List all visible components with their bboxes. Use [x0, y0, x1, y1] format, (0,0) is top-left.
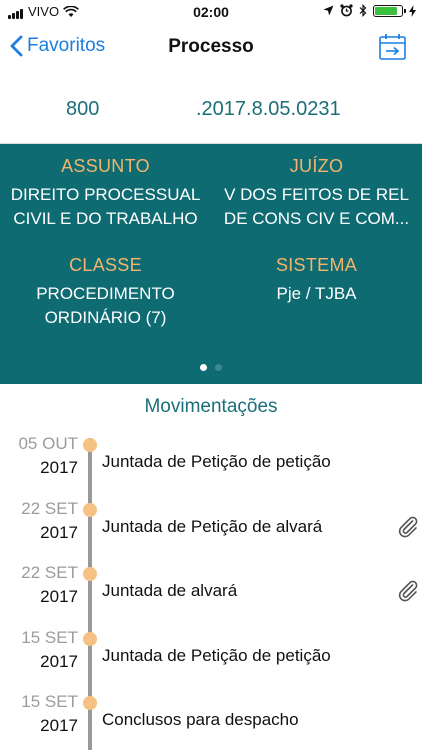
process-number-part2: .2017.8.05.0231 [196, 98, 341, 120]
movements-title: Movimentações [144, 396, 278, 417]
timeline-node [83, 438, 97, 452]
movement-year: 2017 [40, 522, 78, 542]
classe-label: CLASSE [69, 255, 142, 275]
assunto-value: DIREITO PROCESSUAL CIVIL E DO TRABALHO [10, 185, 201, 228]
battery-level [375, 6, 397, 15]
movement-day: 22 SET [21, 498, 78, 518]
timeline-node [83, 502, 97, 517]
movement-description: Juntada de Petição de alvará [102, 516, 323, 536]
movement-row[interactable]: 15 SET 2017 Juntada de Petição de petição [0, 628, 422, 692]
assunto-cell: ASSUNTO DIREITO PROCESSUAL CIVIL E DO TR… [0, 156, 211, 231]
process-info-panel[interactable]: ASSUNTO DIREITO PROCESSUAL CIVIL E DO TR… [0, 144, 422, 384]
paperclip-icon[interactable] [396, 579, 420, 603]
movement-row[interactable]: 15 SET 2017 Conclusos para despacho [0, 692, 422, 756]
sistema-cell: SISTEMA Pje / TJBA [211, 255, 422, 306]
battery-icon [373, 4, 406, 17]
process-number: 800 .2017.8.05.0231 [0, 80, 422, 138]
status-bar-right [323, 4, 416, 17]
juizo-cell: JUÍZO V DOS FEITOS DE REL DE CONS CIV E … [211, 156, 422, 231]
movement-year: 2017 [40, 587, 78, 606]
sistema-value: Pje / TJBA [276, 284, 357, 303]
movement-year: 2017 [40, 716, 78, 735]
timeline-node [83, 567, 97, 581]
navigation-bar: Favoritos Processo [0, 24, 422, 72]
alarm-clock-icon [340, 4, 353, 17]
status-bar: VIVO 02:00 [0, 0, 422, 24]
movement-description: Conclusos para despacho [102, 710, 299, 729]
juizo-value: V DOS FEITOS DE REL DE CONS CIV E COM... [223, 185, 410, 228]
bluetooth-icon [359, 4, 367, 17]
sistema-label: SISTEMA [275, 255, 358, 275]
movement-day: 22 SET [21, 563, 78, 582]
movement-row[interactable]: 05 OUT 2017 Juntada de Petição de petição [0, 434, 422, 498]
movement-day: 15 SET [21, 627, 78, 647]
charging-bolt-icon [409, 4, 416, 17]
movement-row[interactable]: 22 SET 2017 Juntada de Petição de alvará [0, 499, 422, 563]
movement-year: 2017 [40, 458, 78, 477]
location-arrow-icon [323, 5, 334, 16]
page-indicator-dot[interactable] [215, 364, 222, 371]
movement-day: 15 SET [21, 692, 78, 711]
page-indicator-dot[interactable] [200, 364, 207, 371]
classe-value: PROCEDIMENTO ORDINÁRIO (7) [36, 284, 175, 327]
page-indicator[interactable] [0, 358, 422, 376]
movement-row[interactable]: 22 SET 2017 Juntada de alvará [0, 563, 422, 627]
calendar-export-icon[interactable] [378, 32, 408, 62]
page-title: Processo [168, 36, 254, 57]
movement-description: Juntada de Petição de petição [102, 452, 331, 471]
movement-year: 2017 [40, 651, 78, 671]
juizo-label: JUÍZO [289, 156, 344, 176]
timeline-node [83, 631, 97, 646]
movement-description: Juntada de alvará [102, 581, 238, 600]
movement-description: Juntada de Petição de petição [102, 645, 331, 665]
assunto-label: ASSUNTO [61, 156, 150, 176]
classe-cell: CLASSE PROCEDIMENTO ORDINÁRIO (7) [0, 255, 211, 330]
process-number-part1: 800 [66, 98, 100, 120]
timeline-node [83, 696, 97, 710]
movement-day: 05 OUT [18, 434, 78, 453]
paperclip-icon[interactable] [396, 515, 420, 539]
